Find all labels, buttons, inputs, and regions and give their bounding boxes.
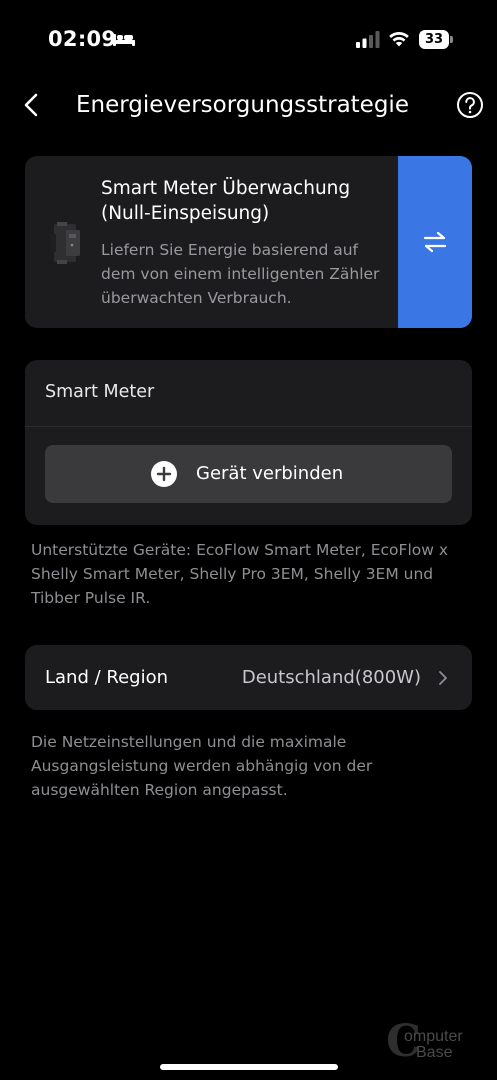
connect-device-label: Gerät verbinden bbox=[196, 463, 344, 484]
smart-meter-device-icon bbox=[50, 222, 80, 264]
home-indicator[interactable] bbox=[160, 1064, 338, 1070]
supported-devices-text: Unterstützte Geräte: EcoFlow Smart Meter… bbox=[31, 541, 449, 607]
signal-icon bbox=[356, 31, 380, 48]
wifi-icon bbox=[389, 31, 409, 47]
watermark-logo: C omputer Base bbox=[386, 1016, 463, 1067]
chevron-right-icon bbox=[439, 671, 447, 685]
region-value: Deutschland(800W) bbox=[241, 667, 421, 688]
switch-strategy-button[interactable] bbox=[398, 156, 472, 328]
swap-arrows-icon bbox=[423, 231, 447, 253]
region-note: Die Netzeinstellungen und die maximale A… bbox=[31, 733, 373, 799]
smart-meter-card: Smart Meter Gerät verbinden bbox=[25, 360, 472, 525]
battery-icon: 33 bbox=[419, 30, 453, 49]
strategy-description: Liefern Sie Energie basierend auf dem vo… bbox=[101, 241, 380, 307]
region-row[interactable]: Land / Region Deutschland(800W) bbox=[25, 645, 472, 710]
strategy-card[interactable]: Smart Meter Überwachung (Null-Einspeisun… bbox=[25, 156, 472, 328]
bed-icon bbox=[113, 34, 135, 46]
watermark-line2: Base bbox=[416, 1044, 453, 1061]
divider bbox=[25, 426, 472, 427]
plus-circle-icon bbox=[151, 461, 177, 487]
page-title: Energieversorgungsstrategie bbox=[76, 92, 409, 118]
help-circle-icon[interactable] bbox=[456, 91, 484, 119]
status-time: 02:09 bbox=[48, 27, 117, 51]
smart-meter-label: Smart Meter bbox=[45, 382, 155, 402]
region-label: Land / Region bbox=[45, 667, 169, 688]
connect-device-button[interactable]: Gerät verbinden bbox=[45, 445, 452, 503]
status-bar: 02:09 33 bbox=[0, 0, 497, 80]
chevron-left-icon[interactable] bbox=[18, 88, 48, 122]
battery-level: 33 bbox=[419, 30, 449, 49]
strategy-title: Smart Meter Überwachung (Null-Einspeisun… bbox=[101, 178, 351, 224]
